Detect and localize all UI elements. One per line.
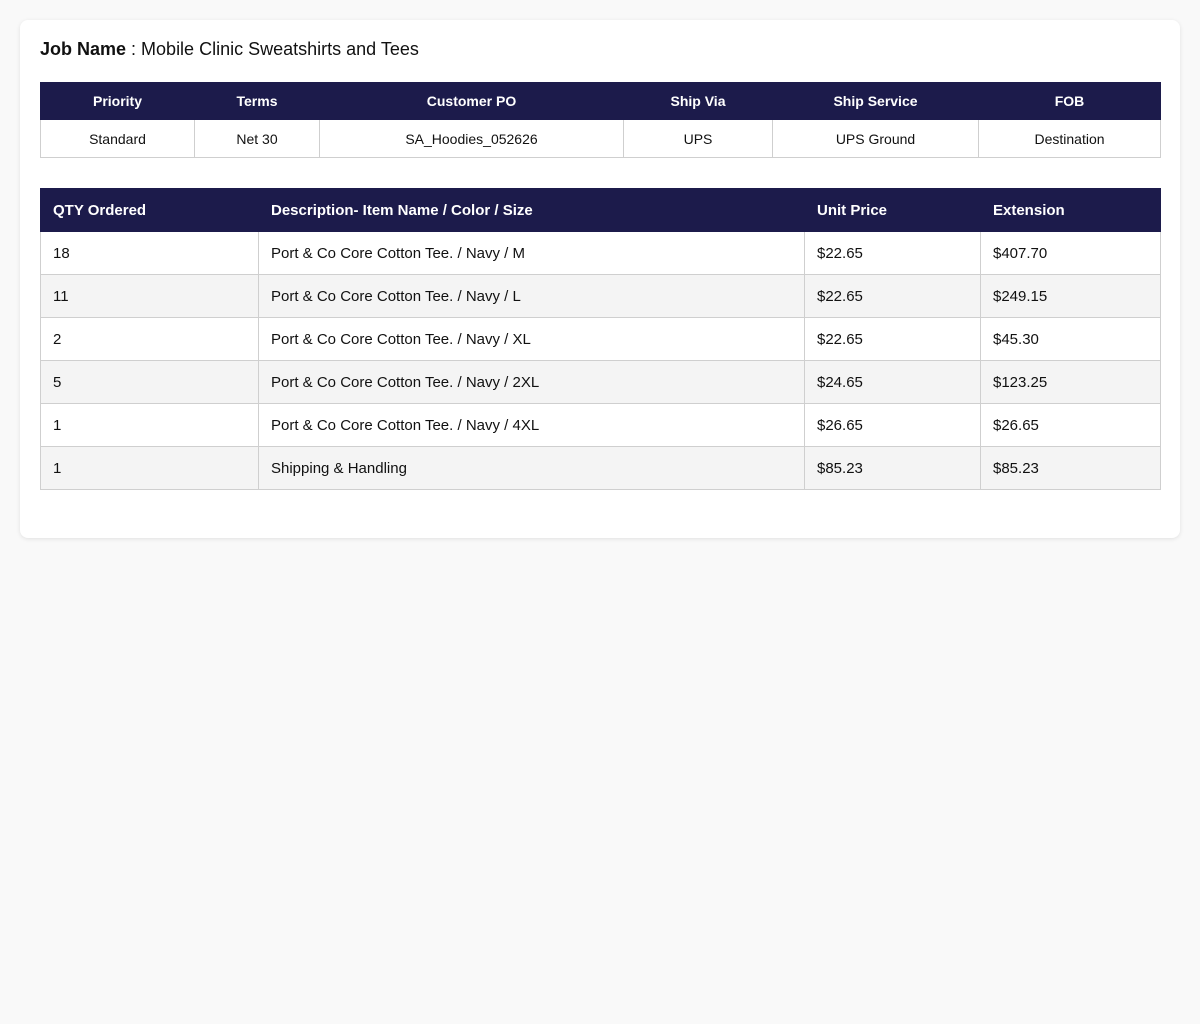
- header-priority: Priority: [40, 82, 195, 120]
- table-row: 18 Port & Co Core Cotton Tee. / Navy / M…: [40, 231, 1161, 275]
- cell-description: Port & Co Core Cotton Tee. / Navy / L: [258, 274, 805, 318]
- table-row: 2 Port & Co Core Cotton Tee. / Navy / XL…: [40, 317, 1161, 361]
- cell-unit-price: $24.65: [804, 360, 981, 404]
- value-priority: Standard: [40, 119, 195, 158]
- line-items-table: QTY Ordered Description- Item Name / Col…: [40, 188, 1161, 490]
- value-terms: Net 30: [194, 119, 320, 158]
- cell-extension: $123.25: [980, 360, 1161, 404]
- header-customer-po: Customer PO: [319, 82, 624, 120]
- job-name-label: Job Name: [40, 39, 127, 59]
- cell-extension: $249.15: [980, 274, 1161, 318]
- header-unit-price: Unit Price: [804, 188, 981, 232]
- header-terms: Terms: [194, 82, 320, 120]
- table-row: 11 Port & Co Core Cotton Tee. / Navy / L…: [40, 274, 1161, 318]
- cell-qty: 2: [40, 317, 259, 361]
- cell-qty: 11: [40, 274, 259, 318]
- order-card: Job Name : Mobile Clinic Sweatshirts and…: [20, 20, 1180, 538]
- cell-unit-price: $85.23: [804, 446, 981, 490]
- header-qty-ordered: QTY Ordered: [40, 188, 259, 232]
- cell-description: Port & Co Core Cotton Tee. / Navy / 2XL: [258, 360, 805, 404]
- cell-extension: $26.65: [980, 403, 1161, 447]
- cell-extension: $85.23: [980, 446, 1161, 490]
- table-row: 5 Port & Co Core Cotton Tee. / Navy / 2X…: [40, 360, 1161, 404]
- job-name-value: Mobile Clinic Sweatshirts and Tees: [141, 39, 419, 59]
- cell-extension: $407.70: [980, 231, 1161, 275]
- value-ship-via: UPS: [623, 119, 773, 158]
- cell-description: Port & Co Core Cotton Tee. / Navy / 4XL: [258, 403, 805, 447]
- table-row: 1 Shipping & Handling $85.23 $85.23: [40, 446, 1161, 490]
- header-ship-via: Ship Via: [623, 82, 773, 120]
- cell-qty: 18: [40, 231, 259, 275]
- order-info-table: Priority Terms Customer PO Ship Via Ship…: [40, 82, 1161, 158]
- header-ship-service: Ship Service: [772, 82, 979, 120]
- header-description: Description- Item Name / Color / Size: [258, 188, 805, 232]
- header-extension: Extension: [980, 188, 1161, 232]
- line-items-header-row: QTY Ordered Description- Item Name / Col…: [40, 188, 1161, 232]
- value-fob: Destination: [978, 119, 1161, 158]
- cell-description: Port & Co Core Cotton Tee. / Navy / M: [258, 231, 805, 275]
- order-info-header-row: Priority Terms Customer PO Ship Via Ship…: [40, 82, 1161, 120]
- header-fob: FOB: [978, 82, 1161, 120]
- table-row: 1 Port & Co Core Cotton Tee. / Navy / 4X…: [40, 403, 1161, 447]
- value-customer-po: SA_Hoodies_052626: [319, 119, 624, 158]
- cell-qty: 1: [40, 446, 259, 490]
- cell-unit-price: $26.65: [804, 403, 981, 447]
- cell-description: Port & Co Core Cotton Tee. / Navy / XL: [258, 317, 805, 361]
- cell-extension: $45.30: [980, 317, 1161, 361]
- value-ship-service: UPS Ground: [772, 119, 979, 158]
- job-name-line: Job Name : Mobile Clinic Sweatshirts and…: [40, 38, 1160, 60]
- job-name-separator: :: [126, 39, 142, 59]
- order-info-value-row: Standard Net 30 SA_Hoodies_052626 UPS UP…: [40, 119, 1161, 158]
- cell-unit-price: $22.65: [804, 274, 981, 318]
- cell-description: Shipping & Handling: [258, 446, 805, 490]
- cell-qty: 5: [40, 360, 259, 404]
- cell-unit-price: $22.65: [804, 231, 981, 275]
- cell-qty: 1: [40, 403, 259, 447]
- cell-unit-price: $22.65: [804, 317, 981, 361]
